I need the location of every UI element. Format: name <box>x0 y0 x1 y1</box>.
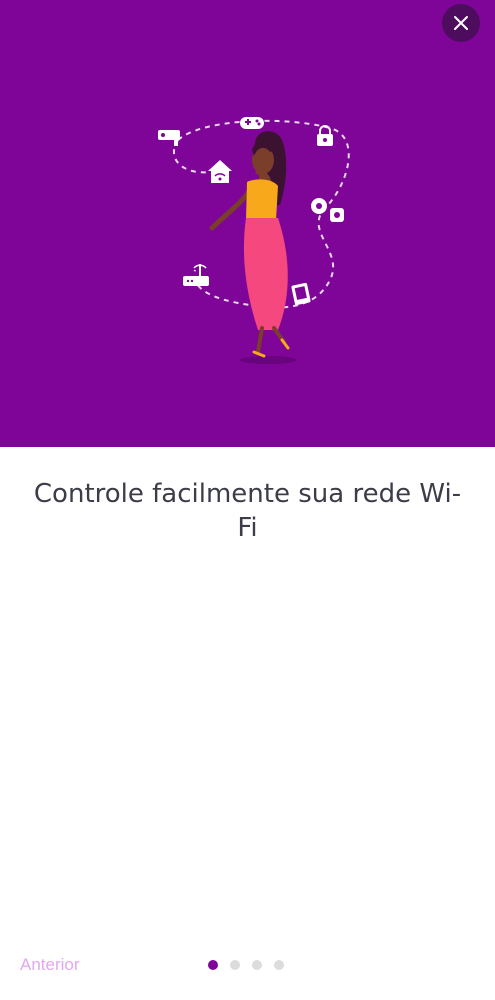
pager-bar: Anterior <box>0 945 495 985</box>
onboarding-title: Controle facilmente sua rede Wi-Fi <box>33 479 462 543</box>
hero-banner <box>0 0 495 447</box>
close-button[interactable] <box>442 4 480 42</box>
hero-illustration <box>158 117 350 364</box>
security-camera-icon <box>158 130 180 146</box>
previous-button[interactable]: Anterior <box>20 955 80 975</box>
page-dot-2[interactable] <box>230 960 240 970</box>
lock-icon <box>317 125 333 146</box>
webcam-icon <box>311 198 344 222</box>
tablet-icon <box>291 282 311 306</box>
page-dot-4[interactable] <box>274 960 284 970</box>
page-dot-1[interactable] <box>208 960 218 970</box>
close-icon <box>454 16 468 30</box>
router-icon <box>183 264 209 286</box>
page-dot-3[interactable] <box>252 960 262 970</box>
gamepad-icon <box>240 117 264 129</box>
home-wifi-icon <box>208 160 232 183</box>
page-indicator <box>208 959 284 971</box>
